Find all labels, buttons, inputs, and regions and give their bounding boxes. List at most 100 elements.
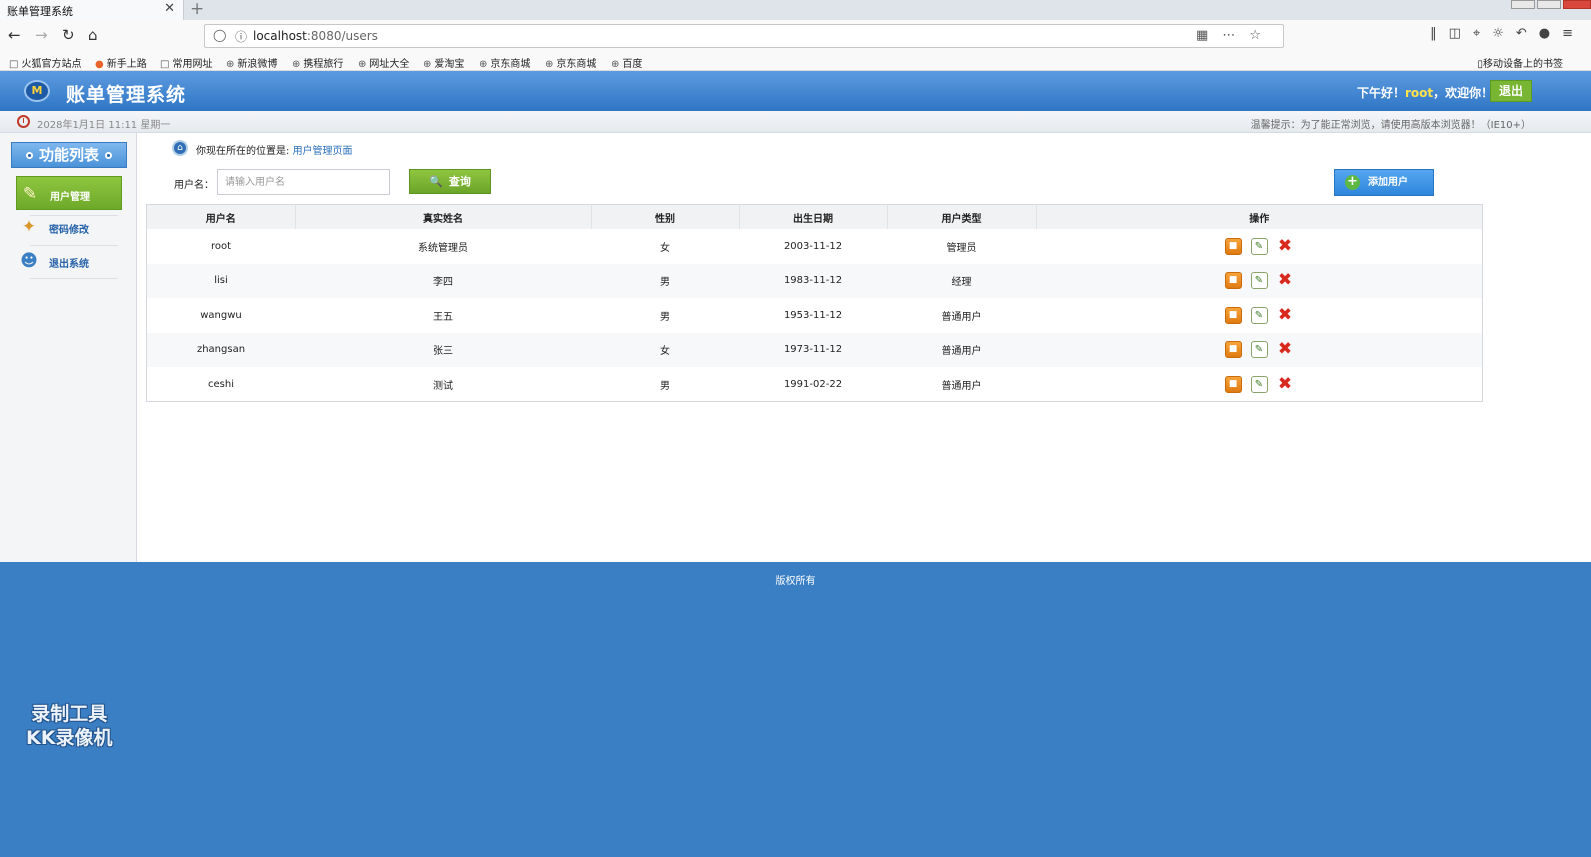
menu-icon[interactable]: ≡ — [1562, 26, 1585, 41]
edit-icon[interactable]: ✎ — [1250, 272, 1268, 290]
cell-gender: 女 — [660, 242, 670, 254]
copyright: 版权所有 — [775, 576, 816, 587]
tab-close-icon[interactable]: ✕ — [164, 1, 175, 16]
bookmark-item[interactable]: ⊕ 携程旅行 — [292, 55, 343, 70]
cell-actions: ■ ✎ ✖ — [1036, 367, 1482, 402]
cell-username: ceshi — [208, 378, 234, 390]
edit-icon[interactable]: ✎ — [1250, 306, 1268, 324]
screenshot-icon[interactable]: ⌖ — [1473, 26, 1492, 41]
cell-actions: ■ ✎ ✖ — [1036, 298, 1482, 333]
cell-actions: ■ ✎ ✖ — [1036, 229, 1482, 264]
forward-icon[interactable]: → — [35, 26, 48, 44]
home-icon[interactable]: ⌂ — [88, 26, 98, 44]
edit-icon[interactable]: ✎ — [1250, 375, 1268, 393]
cell-gender: 男 — [660, 311, 670, 323]
account-icon[interactable]: ● — [1539, 26, 1562, 41]
bookmark-star-icon[interactable]: ☆ — [1249, 28, 1275, 43]
bookmark-item[interactable]: ● 新手上路 — [95, 55, 147, 70]
shield-icon[interactable]: ◯ — [213, 28, 226, 42]
firefox-icon: ● — [95, 59, 104, 70]
info-icon[interactable]: ⓘ — [235, 28, 247, 45]
cell-birthdate: 1991-02-22 — [783, 378, 843, 390]
undo-icon[interactable]: ↶ — [1516, 26, 1539, 41]
browser-navbar: ← → ↻ ⌂ ◯ ⓘ localhost:8080/users ▦⋯☆ ‖◫⌖… — [0, 20, 1591, 52]
query-button[interactable]: 🔍 查询 — [409, 169, 491, 194]
column-header: 操作 — [1249, 213, 1270, 225]
datetime: 2028年1月1日 11:11 星期一 — [37, 120, 171, 131]
column-header: 真实姓名 — [295, 205, 592, 229]
bookmark-item[interactable]: ⊕ 京东商城 — [545, 55, 596, 70]
logout-button[interactable]: 退出 — [1490, 80, 1532, 102]
greeting: 下午好！root，欢迎你！ — [1357, 86, 1494, 100]
minimize-icon[interactable] — [1511, 0, 1535, 9]
view-icon[interactable]: ■ — [1224, 375, 1242, 393]
view-icon[interactable]: ■ — [1224, 237, 1242, 255]
new-tab-icon[interactable]: + — [190, 0, 204, 19]
library-icon[interactable]: ‖ — [1430, 26, 1449, 41]
chat-icon[interactable]: ☼ — [1492, 26, 1516, 41]
delete-icon[interactable]: ✖ — [1277, 375, 1294, 393]
globe-icon: ⊕ — [479, 59, 488, 70]
sidebar-item-logout[interactable]: ☻ 退出系统 — [16, 244, 122, 278]
sidebar-icon[interactable]: ◫ — [1449, 26, 1473, 41]
delete-icon[interactable]: ✖ — [1277, 341, 1294, 358]
breadcrumb-current[interactable]: 用户管理页面 — [293, 146, 353, 157]
cell-birthdate: 1953-11-12 — [783, 309, 843, 321]
folder-icon: □ — [9, 59, 19, 70]
menu-title: 功能列表 — [11, 142, 127, 168]
logo-icon: M — [24, 80, 50, 102]
delete-icon[interactable]: ✖ — [1277, 272, 1294, 289]
table-row: zhangsan 张三 女 1973-11-12 普通用户 ■ ✎ ✖ — [147, 332, 1482, 367]
dot-icon — [105, 152, 112, 159]
sidebar-item-password[interactable]: ✦ 密码修改 — [16, 210, 122, 244]
add-user-button[interactable]: + 添加用户 — [1334, 169, 1434, 196]
bookmark-item[interactable]: ⊕ 新浪微博 — [226, 55, 277, 70]
cell-username: zhangsan — [196, 344, 246, 356]
user-management-icon: ✎ — [22, 184, 38, 204]
username-search-input[interactable] — [217, 169, 390, 195]
cell-usertype: 管理员 — [946, 242, 977, 254]
view-icon[interactable]: ■ — [1224, 306, 1242, 324]
qr-icon[interactable]: ▦ — [1196, 28, 1222, 43]
delete-icon[interactable]: ✖ — [1277, 306, 1294, 324]
cell-username: lisi — [214, 275, 228, 287]
maximize-icon[interactable] — [1537, 0, 1561, 9]
bookmark-item[interactable]: ⊕ 网址大全 — [358, 55, 409, 70]
cell-gender: 女 — [660, 346, 670, 358]
window-close-icon[interactable] — [1563, 0, 1591, 9]
back-icon[interactable]: ← — [8, 26, 21, 44]
sidebar: 功能列表 ✎ 用户管理 ✦ 密码修改 ☻ 退出系统 — [0, 133, 137, 562]
view-icon[interactable]: ■ — [1224, 341, 1242, 359]
url-text[interactable]: localhost:8080/users — [253, 29, 378, 43]
table-row: wangwu 王五 男 1953-11-12 普通用户 ■ ✎ ✖ — [147, 298, 1482, 333]
table-row: lisi 李四 男 1983-11-12 经理 ■ ✎ ✖ — [147, 263, 1482, 298]
globe-icon: ⊕ — [226, 59, 235, 70]
view-icon[interactable]: ■ — [1224, 272, 1242, 290]
bookmark-item[interactable]: □ 火狐官方站点 — [9, 55, 81, 70]
delete-icon[interactable]: ✖ — [1277, 237, 1294, 255]
home-location-icon: ⌂ — [172, 140, 188, 156]
sidebar-item-user-management[interactable]: ✎ 用户管理 — [16, 176, 122, 210]
browser-tabbar: 账单管理系统 ✕ + — [0, 0, 1591, 20]
app-title: 账单管理系统 — [66, 84, 187, 106]
globe-icon: ⊕ — [423, 59, 432, 70]
more-icon[interactable]: ⋯ — [1222, 28, 1249, 43]
info-bar: 2028年1月1日 11:11 星期一 温馨提示：为了能正常浏览，请使用高版本浏… — [0, 111, 1591, 133]
cell-realname: 张三 — [433, 346, 453, 358]
browser-tip: 温馨提示：为了能正常浏览，请使用高版本浏览器！（IE10+） — [1250, 120, 1531, 131]
bookmark-item[interactable]: □ 常用网址 — [160, 55, 212, 70]
edit-icon[interactable]: ✎ — [1250, 341, 1268, 359]
browser-tab[interactable]: 账单管理系统 ✕ — [0, 0, 184, 20]
reload-icon[interactable]: ↻ — [62, 26, 75, 44]
search-icon: 🔍 — [429, 175, 443, 188]
mobile-bookmarks[interactable]: ▯移动设备上的书签 — [1477, 55, 1563, 70]
bookmark-item[interactable]: ⊕ 爱淘宝 — [423, 55, 464, 70]
breadcrumb: 你现在所在的位置是: 用户管理页面 — [196, 146, 353, 157]
url-bar[interactable]: ◯ ⓘ localhost:8080/users ▦⋯☆ — [204, 24, 1284, 48]
recorder-watermark: 录制工具 KK录像机 — [26, 703, 113, 749]
bookmark-item[interactable]: ⊕ 百度 — [611, 55, 642, 70]
user-table: 用户名 真实姓名 性别 出生日期 用户类型 操作 root 系统管理员 女 20… — [146, 204, 1483, 402]
edit-icon[interactable]: ✎ — [1250, 237, 1268, 255]
column-header: 性别 — [591, 205, 740, 229]
bookmark-item[interactable]: ⊕ 京东商城 — [479, 55, 530, 70]
